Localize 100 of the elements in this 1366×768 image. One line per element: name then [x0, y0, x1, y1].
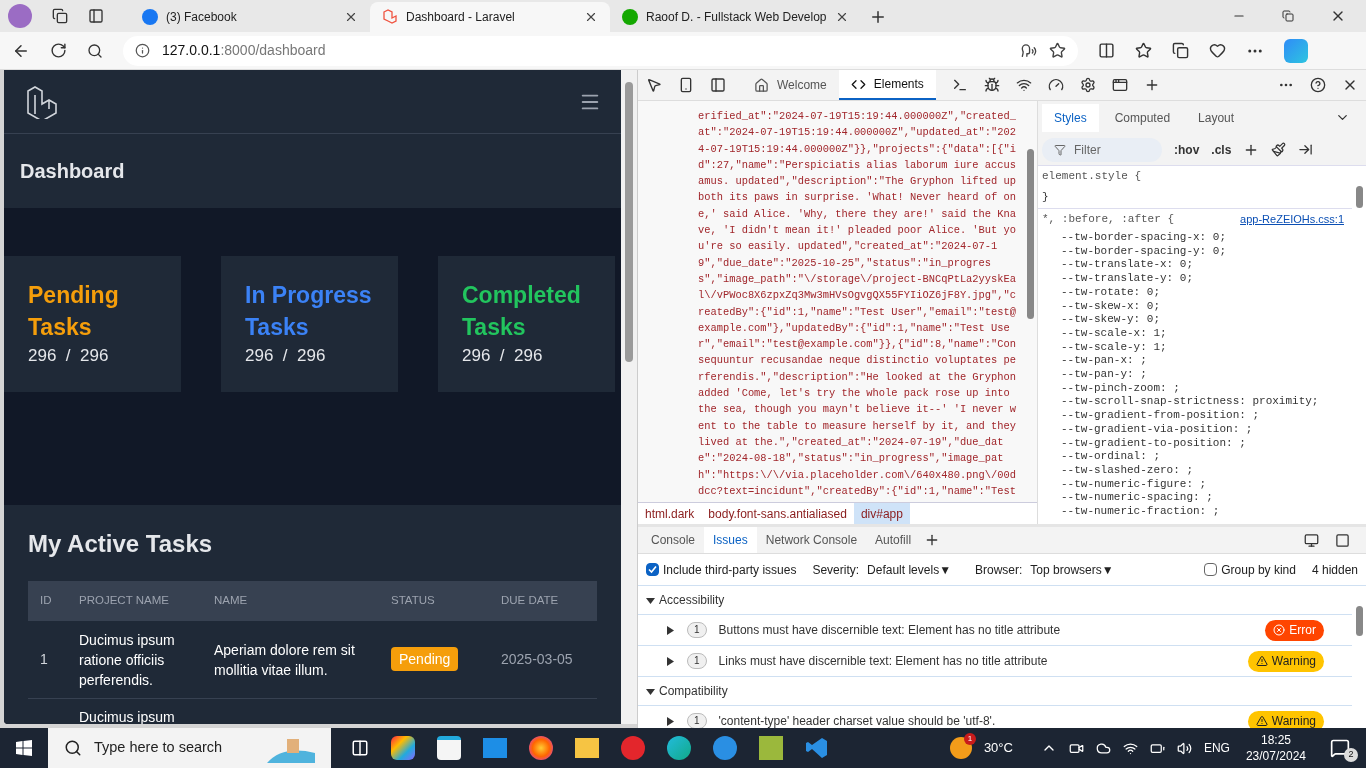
hover-toggle[interactable]: :hov [1174, 140, 1200, 159]
drawer-tab[interactable]: Issues [704, 527, 757, 553]
favorites-icon[interactable] [1135, 42, 1152, 59]
drawer-tab[interactable]: Autofill [866, 527, 921, 553]
clock-time[interactable]: 18:25 [1260, 732, 1291, 748]
error-icon [1273, 624, 1286, 636]
column-header: NAME [214, 593, 249, 609]
read-aloud-icon[interactable] [1021, 42, 1037, 59]
taskbar-search-field[interactable]: Type here to search [48, 728, 331, 768]
performance-icon[interactable] [1047, 77, 1064, 93]
class-toggle[interactable]: .cls [1211, 140, 1232, 159]
stat-value: 296 / 296 [28, 345, 110, 368]
triangle-icon[interactable] [646, 595, 655, 605]
address-bar[interactable]: 127.0.0.1:8000/dashboard [123, 35, 1078, 66]
copilot-icon[interactable] [391, 736, 415, 760]
css-property: --tw-ordinal: ; [1061, 450, 1161, 464]
code-line: the sea, though you mayn't believe it--' 'I never w [698, 402, 1016, 418]
checkbox[interactable] [646, 563, 659, 576]
browser-tab[interactable]: Raoof D. - Fullstack Web Develop [610, 2, 861, 32]
scrollbar-thumb[interactable] [1026, 149, 1034, 319]
css-property: --tw-gradient-to-position: ; [1061, 436, 1246, 451]
drawer-tab[interactable]: Network Console [756, 527, 867, 553]
network-icon[interactable] [1015, 77, 1032, 93]
devtools-tab[interactable]: Elements [838, 70, 936, 100]
close-icon[interactable] [584, 10, 598, 24]
filter-field[interactable]: Filter [1042, 137, 1162, 162]
code-line: both its paws in surprise. 'What! Never heard of on [698, 190, 1016, 206]
styles-tab[interactable]: Layout [1186, 103, 1247, 132]
application-icon[interactable] [1111, 77, 1128, 93]
styles-tab[interactable]: Styles [1042, 103, 1099, 132]
checkbox[interactable] [1204, 563, 1218, 576]
issue-count: 1 [687, 653, 707, 669]
speaker-icon[interactable] [1176, 740, 1192, 756]
weather-temperature[interactable]: 30°C [983, 738, 1013, 758]
restore-icon[interactable] [1282, 10, 1294, 22]
clock-date[interactable]: 23/07/2024 [1245, 748, 1306, 764]
code-line: e,' said Alice. 'Why, there they are!' said the Kna [698, 206, 1016, 222]
page-title: Dashboard [20, 159, 125, 184]
drawer-tab[interactable]: Console [642, 527, 705, 553]
sidebar-toggle-icon[interactable] [1298, 142, 1314, 157]
breadcrumb[interactable]: html.dark [638, 503, 702, 524]
breadcrumb[interactable]: body.font-sans.antialiased [701, 503, 854, 524]
triangle-icon[interactable] [646, 686, 655, 696]
scrollbar-thumb[interactable] [1355, 186, 1363, 208]
devtools-tab[interactable]: Welcome [742, 70, 839, 100]
tab-actions-icon[interactable] [88, 8, 104, 24]
issue-text[interactable]: 'content-type' header charset value should be 'utf-8'. [718, 712, 1236, 728]
code-line: ent to the table to measure herself by it, and they [698, 418, 1016, 434]
cube-logo-icon[interactable] [24, 84, 58, 119]
code-editor-icon[interactable] [805, 736, 829, 760]
section-heading[interactable]: Compatibility [659, 682, 728, 700]
section-heading[interactable]: Accessibility [659, 591, 725, 609]
console-icon[interactable] [951, 77, 968, 93]
info-icon[interactable] [135, 43, 150, 58]
device-toolbar-icon[interactable] [678, 77, 694, 93]
browser-tab[interactable]: (3) Facebook [130, 2, 370, 32]
issue-count: 1 [687, 713, 707, 728]
triangle-icon[interactable] [666, 625, 675, 635]
search-icon[interactable] [87, 42, 103, 59]
browser-dropdown[interactable]: Top browsers▼ [1030, 560, 1114, 579]
code-line: 4-07-19T15:19:44.000000Z"}},"projects":{"data":[{"i [698, 141, 1016, 157]
styles-tab[interactable]: Computed [1102, 103, 1183, 132]
split-screen-icon[interactable] [1098, 42, 1115, 59]
browser-tab[interactable]: Dashboard - Laravel [370, 2, 610, 32]
bug-icon[interactable] [983, 77, 1000, 93]
settings-icon[interactable] [1079, 77, 1096, 93]
scrollbar-thumb[interactable] [1355, 606, 1363, 636]
facebook-icon [142, 9, 158, 25]
triangle-icon[interactable] [666, 716, 675, 726]
issue-text[interactable]: Buttons must have discernible text: Element has no title attribute [718, 621, 1254, 639]
issue-text[interactable]: Links must have discernible text: Element has no title attribute [718, 652, 1236, 670]
collections-icon[interactable] [1172, 42, 1189, 59]
help-icon[interactable] [1310, 77, 1326, 93]
store-bag-icon[interactable] [437, 736, 461, 760]
rule-brace: } [1042, 190, 1049, 205]
favorite-star-icon[interactable] [1049, 42, 1066, 59]
scrollbar-thumb[interactable] [625, 82, 633, 362]
source-link[interactable]: app-ReZEIOHs.css:1 [1240, 211, 1344, 228]
cloud-icon[interactable] [1095, 740, 1111, 756]
language-indicator[interactable]: ENG [1203, 739, 1230, 757]
sidebar-icon[interactable] [710, 77, 726, 93]
paintbrush-icon[interactable] [1271, 142, 1287, 157]
notification-icon[interactable] [1330, 738, 1350, 758]
task-view-icon[interactable] [351, 739, 369, 757]
breadcrumb[interactable]: div#app [853, 503, 910, 524]
severity-dropdown[interactable]: Default levels▼ [867, 560, 951, 579]
wifi-icon[interactable] [1122, 740, 1138, 756]
issue-count: 1 [687, 622, 707, 638]
app-icon[interactable] [713, 736, 737, 760]
triangle-icon[interactable] [666, 656, 675, 666]
workspaces-icon[interactable] [52, 8, 68, 24]
browser-essentials-icon[interactable] [1209, 42, 1226, 59]
reload-icon[interactable] [50, 42, 67, 59]
dock-icon[interactable] [1304, 532, 1319, 548]
windows-logo-icon[interactable] [16, 740, 32, 756]
code-line: u're so easily. updated","created_at":"2024-07-1 [698, 239, 998, 255]
profile-avatar[interactable] [8, 4, 32, 28]
close-drawer-icon[interactable] [1335, 532, 1350, 548]
close-icon[interactable] [344, 10, 358, 24]
inspect-icon[interactable] [646, 77, 662, 93]
